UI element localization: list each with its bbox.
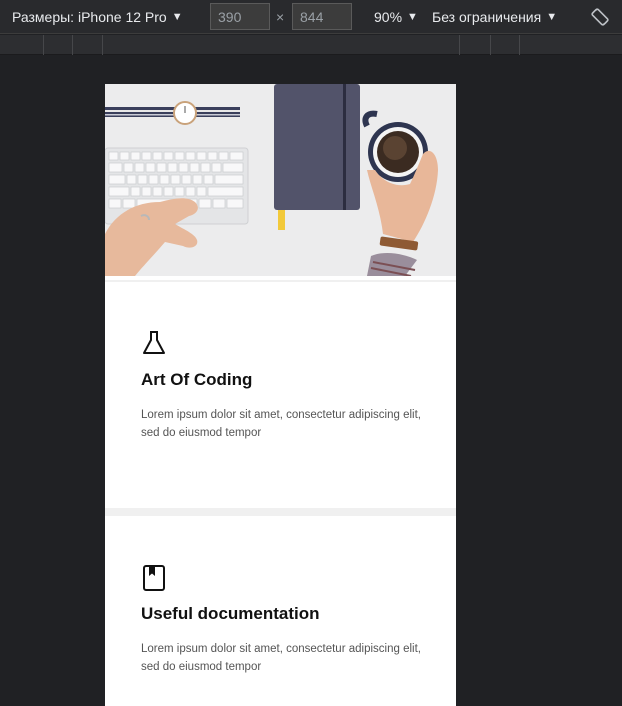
card-description: Lorem ipsum dolor sit amet, consectetur … [141, 643, 421, 673]
feature-card: Useful documentation Lorem ipsum dolor s… [105, 516, 456, 706]
ruler-divider [72, 35, 73, 55]
media-query-bar[interactable] [0, 35, 622, 55]
chevron-down-icon: ▼ [546, 11, 558, 23]
device-viewport: Art Of Coding Lorem ipsum dolor sit amet… [105, 84, 456, 706]
throttle-label: Без ограничения [432, 9, 542, 25]
ruler-divider [490, 35, 491, 55]
ruler-divider [102, 35, 103, 55]
card-description: Lorem ipsum dolor sit amet, consectetur … [141, 409, 421, 439]
ruler-divider [43, 35, 44, 55]
device-label: Размеры: iPhone 12 Pro [12, 9, 167, 25]
chevron-down-icon: ▼ [171, 11, 183, 23]
book-icon [143, 565, 165, 591]
height-input[interactable]: 844 [292, 3, 352, 30]
width-input[interactable]: 390 [210, 3, 270, 30]
zoom-label: 90% [374, 9, 403, 25]
zoom-select[interactable]: 90% ▼ [374, 0, 418, 34]
ruler-divider [459, 35, 460, 55]
times-symbol: × [276, 9, 285, 25]
chevron-down-icon: ▼ [407, 11, 418, 23]
card-title: Art Of Coding [141, 370, 253, 389]
card-title: Useful documentation [141, 604, 320, 623]
desk-illustration [105, 84, 438, 276]
device-select[interactable]: Размеры: iPhone 12 Pro ▼ [12, 0, 183, 34]
throttle-select[interactable]: Без ограничения ▼ [432, 0, 557, 34]
ruler-divider [519, 35, 520, 55]
device-toolbar: Размеры: iPhone 12 Pro ▼ 390 × 844 90% ▼… [0, 0, 622, 34]
rotate-icon[interactable] [590, 7, 610, 27]
hero-image [105, 84, 456, 280]
flask-icon [143, 331, 165, 354]
feature-card: Art Of Coding Lorem ipsum dolor sit amet… [105, 282, 456, 508]
